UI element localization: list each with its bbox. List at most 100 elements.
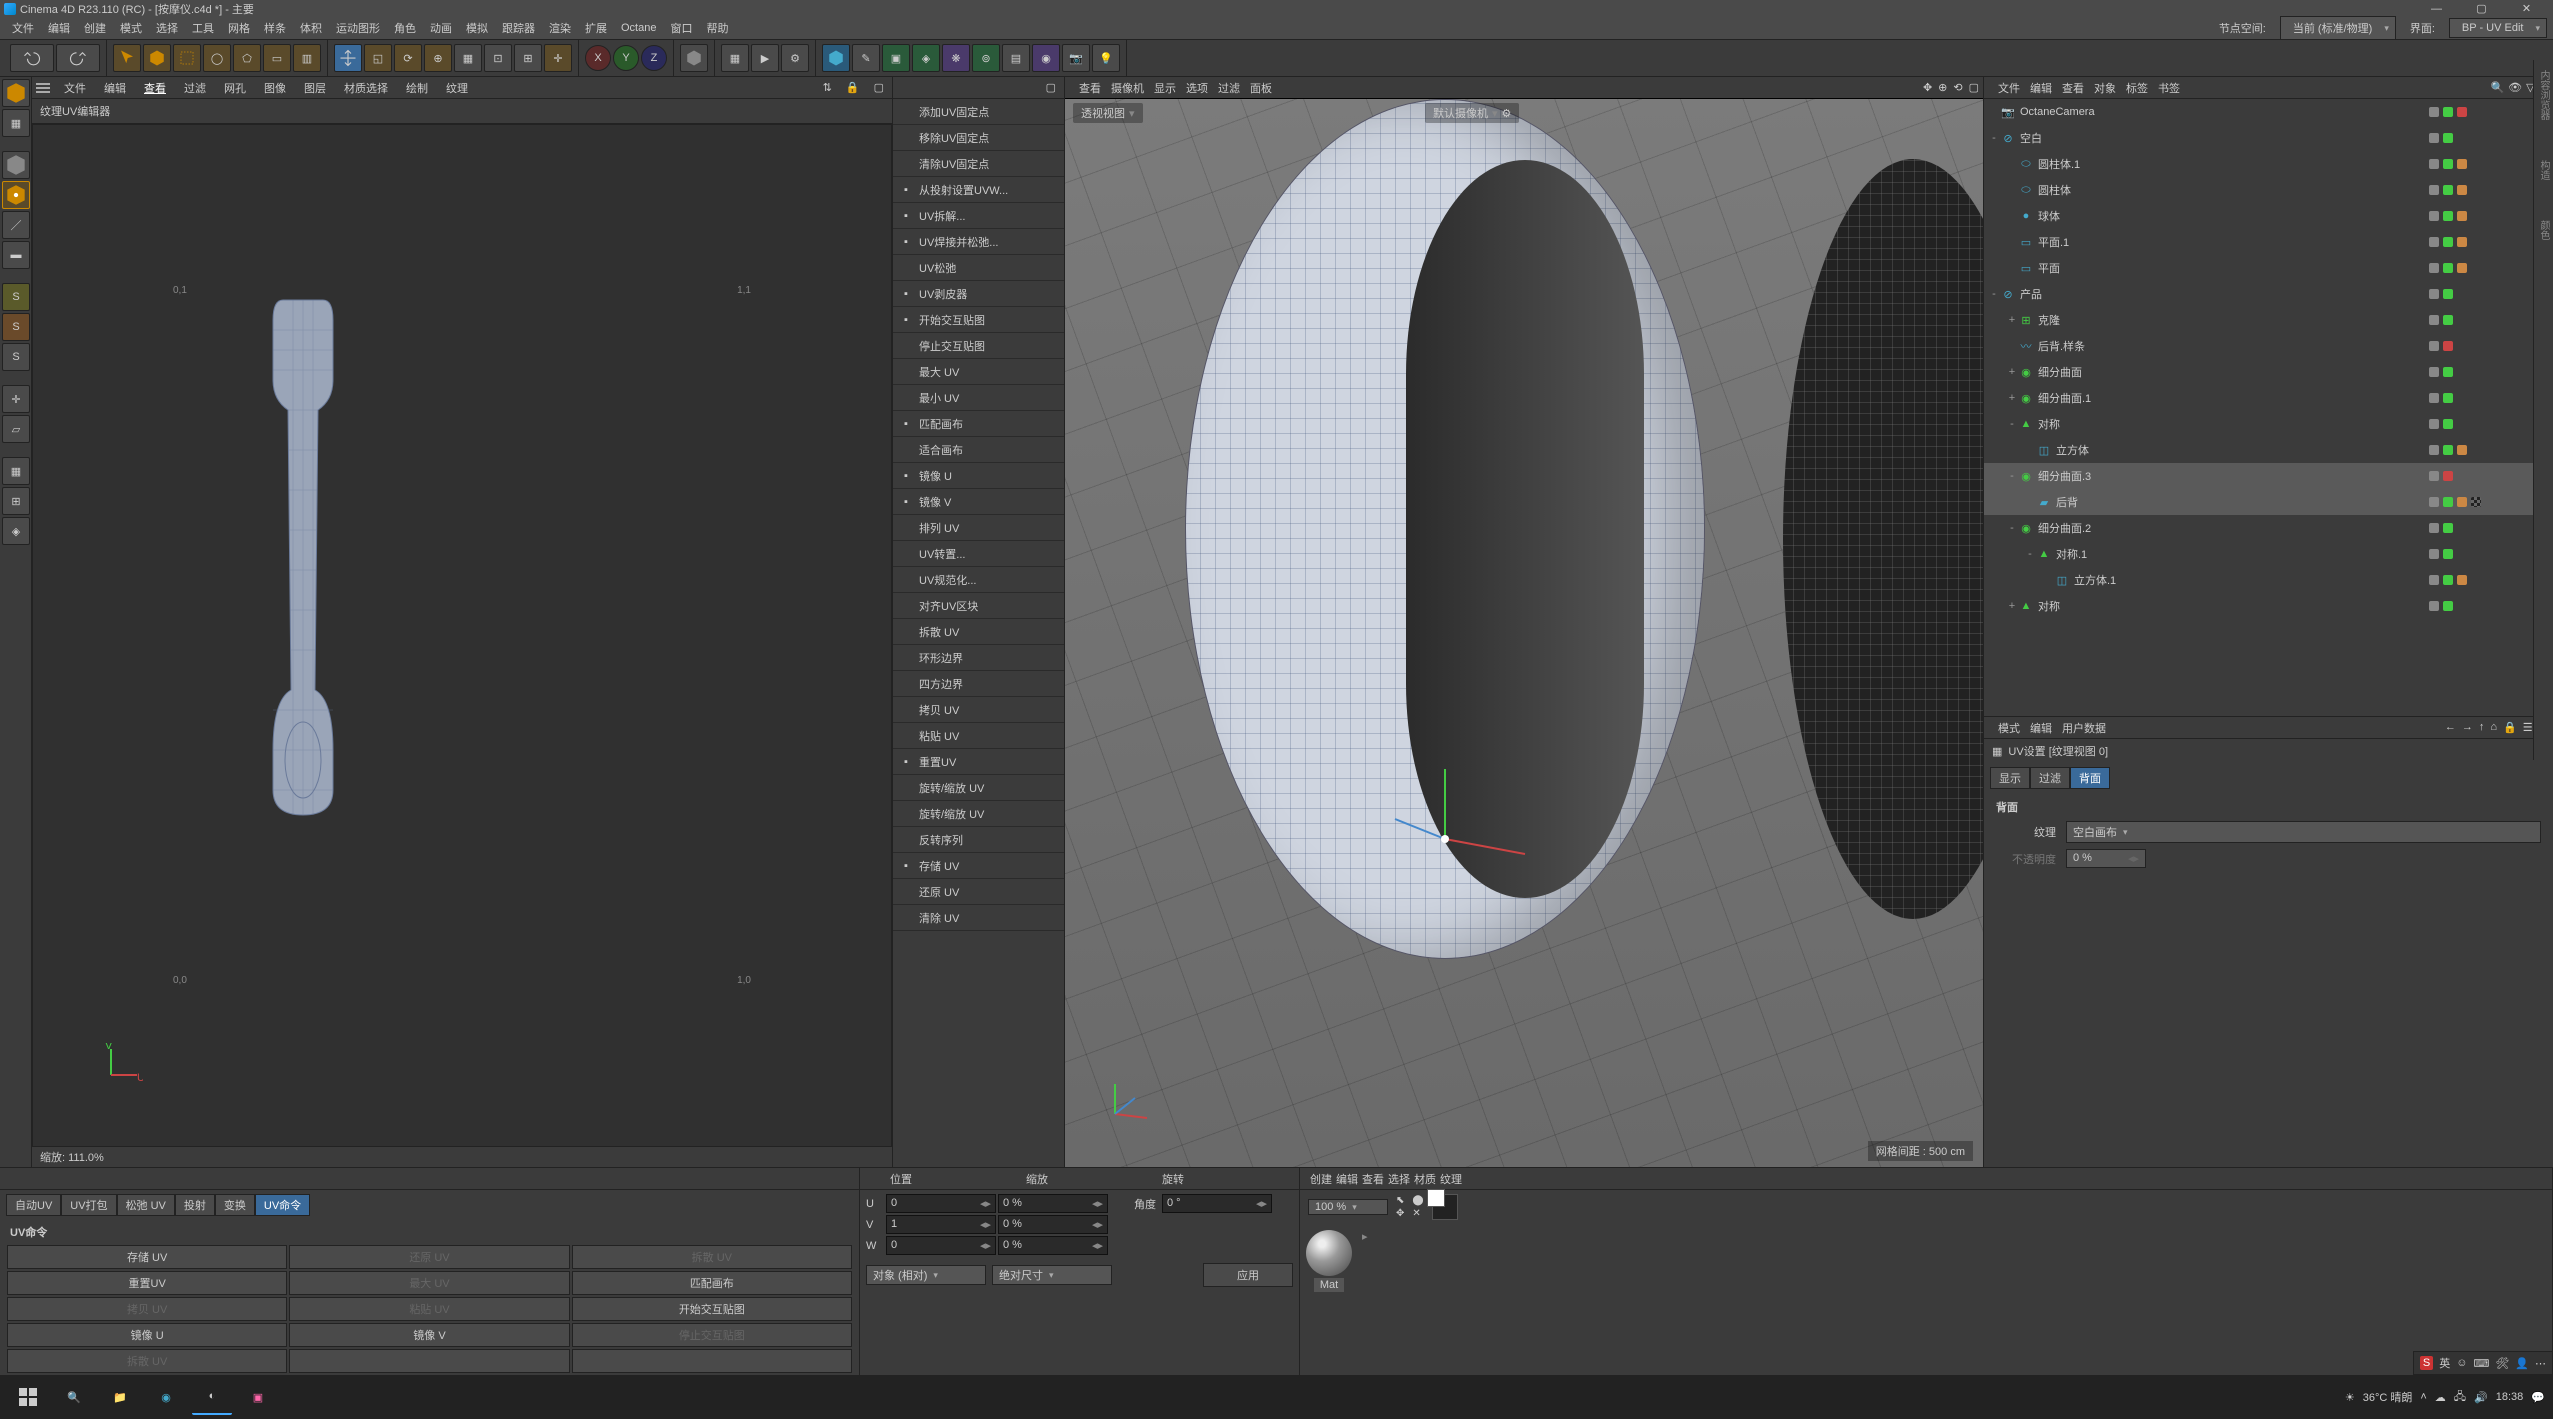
vp-menu-display[interactable]: 显示	[1154, 80, 1176, 96]
tag-dot[interactable]	[2443, 341, 2453, 351]
tag-dot[interactable]	[2443, 497, 2453, 507]
main-menu-15[interactable]: 扩展	[579, 18, 613, 38]
tag-dot[interactable]	[2443, 289, 2453, 299]
obj-row-19[interactable]: +▲对称	[1984, 593, 2553, 619]
vp-menu-camera[interactable]: 摄像机	[1111, 80, 1144, 96]
tag-dot[interactable]	[2429, 393, 2439, 403]
uv-max-icon[interactable]: ▢	[870, 80, 888, 95]
uv-lock2-icon[interactable]: 🔒	[842, 80, 864, 95]
uv-tab-1[interactable]: UV打包	[61, 1194, 116, 1216]
obj-row-18[interactable]: ◫立方体.1	[1984, 567, 2553, 593]
poly-mode-icon[interactable]: ▬	[2, 241, 30, 269]
coord-combo-2[interactable]: 绝对尺寸	[992, 1265, 1112, 1285]
tray-smile-icon[interactable]: ☺	[2456, 1357, 2467, 1369]
snap2-icon[interactable]: ⊞	[2, 487, 30, 515]
app-pink-button[interactable]: ▣	[238, 1379, 278, 1415]
obj-row-11[interactable]: +◉细分曲面.1	[1984, 385, 2553, 411]
am-menu-edit[interactable]: 编辑	[2030, 720, 2052, 736]
main-menu-11[interactable]: 动画	[424, 18, 458, 38]
uv-tab-3[interactable]: 投射	[175, 1194, 215, 1216]
tag-dot[interactable]	[2429, 471, 2439, 481]
explorer-button[interactable]: 📁	[100, 1379, 140, 1415]
camera-button[interactable]: 📷	[1062, 44, 1090, 72]
viewport-camera-badge[interactable]: 默认摄像机 ▾ ⚙	[1425, 103, 1519, 123]
tray-user-icon[interactable]: 👤	[2515, 1357, 2529, 1370]
edge-button[interactable]: ◉	[146, 1379, 186, 1415]
close-button[interactable]: ✕	[2504, 0, 2549, 17]
light-button[interactable]: 💡	[1092, 44, 1120, 72]
maximize-button[interactable]: ▢	[2459, 0, 2504, 17]
am-fwd-icon[interactable]: →	[2462, 721, 2473, 734]
weather-icon[interactable]: ☀	[2345, 1391, 2355, 1404]
om-menu-bookmarks[interactable]: 书签	[2158, 80, 2180, 96]
uv-menu-view[interactable]: 查看	[140, 79, 170, 97]
select-tool-5[interactable]: ▭	[263, 44, 291, 72]
snap-tool-2[interactable]: ⊡	[484, 44, 512, 72]
main-menu-7[interactable]: 样条	[258, 18, 292, 38]
expand-icon[interactable]: +	[2006, 314, 2018, 326]
burger-icon[interactable]	[36, 83, 50, 93]
tag-dot[interactable]	[2429, 211, 2439, 221]
om-search-icon[interactable]: 🔍	[2490, 81, 2504, 94]
om-menu-object[interactable]: 对象	[2094, 80, 2116, 96]
spline-pen-button[interactable]: ✎	[852, 44, 880, 72]
redo-button[interactable]	[56, 44, 100, 72]
uv-tab-4[interactable]: 变换	[215, 1194, 255, 1216]
am-home-icon[interactable]: ⌂	[2490, 721, 2497, 734]
coord-rot-0[interactable]: 0 °◂▸	[1162, 1194, 1272, 1213]
tag-dot[interactable]	[2429, 159, 2439, 169]
cmd-max-icon[interactable]: ▢	[1042, 80, 1060, 95]
material-name[interactable]: Mat	[1314, 1278, 1344, 1292]
lock-z-axis[interactable]: Z	[641, 45, 667, 71]
generator-1-button[interactable]: ▣	[882, 44, 910, 72]
viewport-canvas[interactable]: 透视视图 ▾ 默认摄像机 ▾ ⚙ 网格间距 : 500 cm	[1065, 99, 1983, 1167]
main-menu-13[interactable]: 跟踪器	[496, 18, 541, 38]
tag-dot[interactable]	[2443, 445, 2453, 455]
tray-net-icon[interactable]: 🖧	[2454, 1388, 2466, 1407]
tag-dot[interactable]	[2429, 549, 2439, 559]
layout-combo[interactable]: BP - UV Edit	[2449, 18, 2547, 38]
uv-cmd-4[interactable]: ▪UV拆解...	[893, 203, 1064, 229]
mat-menu-select[interactable]: 选择	[1388, 1171, 1410, 1187]
mat-menu-create[interactable]: 创建	[1310, 1171, 1332, 1187]
tag-dot[interactable]	[2443, 367, 2453, 377]
obj-row-7[interactable]: -⊘产品	[1984, 281, 2553, 307]
obj-row-6[interactable]: ▭平面	[1984, 255, 2553, 281]
notif-icon[interactable]: 💬	[2531, 1391, 2545, 1404]
tag-dot[interactable]	[2471, 497, 2481, 507]
mat-select-icon[interactable]: ⬉	[1396, 1195, 1404, 1206]
am-list-icon[interactable]: ☰	[2523, 721, 2533, 734]
vp-nav-3-icon[interactable]: ⟲	[1953, 81, 1962, 94]
uv-menu-layer[interactable]: 图层	[300, 79, 330, 97]
render-button[interactable]: ▦	[721, 44, 749, 72]
obj-row-3[interactable]: ⬭圆柱体	[1984, 177, 2553, 203]
main-menu-16[interactable]: Octane	[615, 20, 662, 36]
obj-row-2[interactable]: ⬭圆柱体.1	[1984, 151, 2553, 177]
lock-x-axis[interactable]: X	[585, 45, 611, 71]
move-tool[interactable]	[334, 44, 362, 72]
tag-dot[interactable]	[2457, 497, 2467, 507]
uv-cmd-15[interactable]: ▪镜像 V	[893, 489, 1064, 515]
tag-dot[interactable]	[2429, 237, 2439, 247]
attr-texture-combo[interactable]: 空白画布	[2066, 821, 2541, 843]
attr-tab-1[interactable]: 过滤	[2030, 767, 2070, 789]
obj-row-4[interactable]: ●球体	[1984, 203, 2553, 229]
tag-dot[interactable]	[2443, 549, 2453, 559]
main-menu-12[interactable]: 模拟	[460, 18, 494, 38]
tray-tool-icon[interactable]: 🛠	[2495, 1357, 2509, 1370]
tag-dot[interactable]	[2443, 471, 2453, 481]
snap3-icon[interactable]: ◈	[2, 517, 30, 545]
tag-dot[interactable]	[2443, 419, 2453, 429]
uv-menu-texture[interactable]: 纹理	[442, 79, 472, 97]
tag-dot[interactable]	[2443, 185, 2453, 195]
obj-row-13[interactable]: ◫立方体	[1984, 437, 2553, 463]
coord-scale-U[interactable]: 0 %◂▸	[998, 1194, 1108, 1213]
axis-mode-icon[interactable]: ✛	[2, 385, 30, 413]
main-menu-14[interactable]: 渲染	[543, 18, 577, 38]
search-button[interactable]: 🔍	[54, 1379, 94, 1415]
prim-cube-button[interactable]	[822, 44, 850, 72]
tag-dot[interactable]	[2443, 211, 2453, 221]
expand-icon[interactable]: -	[2006, 470, 2018, 482]
attr-tab-0[interactable]: 显示	[1990, 767, 2030, 789]
mat-menu-texture[interactable]: 纹理	[1440, 1171, 1462, 1187]
